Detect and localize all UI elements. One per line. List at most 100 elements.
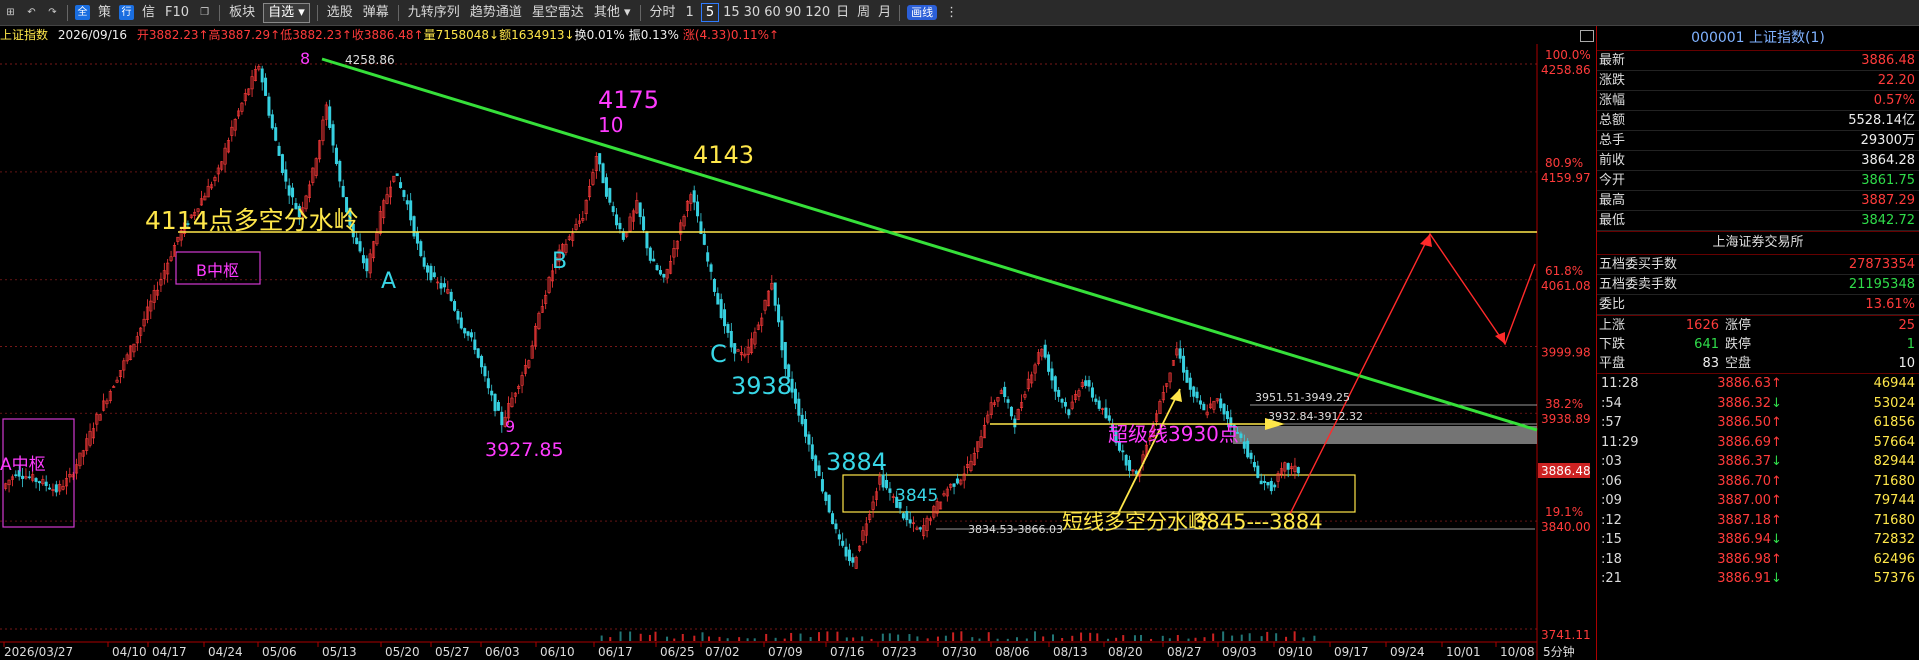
candle-body	[827, 494, 831, 513]
toolbar-item-stock-picker[interactable]: 选股	[322, 0, 358, 26]
period-month[interactable]: 月	[874, 0, 895, 26]
candle-body	[780, 320, 784, 351]
more-icon[interactable]: ⋮	[940, 0, 963, 26]
x-tick-label: 04/17	[152, 645, 187, 659]
tick-direction: ↑	[1771, 512, 1782, 528]
candle-body	[824, 492, 828, 501]
wave-label-8: 8	[300, 49, 310, 68]
volume-bar	[1260, 636, 1263, 641]
period-1[interactable]: 1	[681, 0, 699, 26]
period-120[interactable]: 120	[803, 0, 832, 26]
volume-bar	[987, 632, 990, 641]
x-tick-label: 06/10	[540, 645, 575, 659]
volume-bar	[1212, 633, 1215, 641]
candle-body	[439, 282, 443, 289]
quote-value: 3887.29	[1861, 193, 1915, 208]
candle-body	[604, 177, 608, 197]
period-intraday[interactable]: 分时	[645, 0, 681, 26]
toolbar-item-trend-channel[interactable]: 趋势通道	[465, 0, 527, 26]
volume-bar	[881, 633, 884, 641]
volume-bar	[783, 638, 786, 641]
candle-body	[655, 265, 659, 271]
toolbar-item-strategy[interactable]: 策	[93, 0, 116, 26]
price-levels	[0, 63, 1537, 630]
candle-body	[1225, 411, 1229, 420]
candle-body	[1266, 481, 1270, 486]
toolbar-item-other[interactable]: 其他 ▾	[589, 0, 636, 26]
all-icon[interactable]: 全	[75, 5, 90, 20]
tick-direction: ↑	[1771, 473, 1782, 489]
candle-body	[888, 488, 892, 493]
toolbar-item-f10[interactable]: F10	[160, 0, 194, 26]
toolbar-item-radar[interactable]: 星空雷达	[527, 0, 589, 26]
period-30[interactable]: 30	[742, 0, 763, 26]
candle-body	[952, 483, 956, 487]
candle-body	[395, 173, 399, 177]
candle-body	[1097, 400, 1101, 409]
candle-body	[598, 153, 602, 165]
tick-row: :54 3886.32 ↓ 53024	[1597, 394, 1919, 414]
draw-line-button[interactable]: 画线	[907, 5, 938, 20]
tick-price: 3886.32	[1717, 395, 1771, 411]
candle-body	[844, 546, 848, 557]
wedge-line-up	[1117, 388, 1181, 515]
breadth-count: 83	[1702, 356, 1719, 371]
projection-path	[1289, 232, 1536, 515]
wave-label-a: A	[381, 269, 396, 294]
candle-body	[804, 419, 808, 437]
period-90[interactable]: 90	[783, 0, 804, 26]
period-5[interactable]: 5	[700, 3, 720, 22]
toolbar-item-quote[interactable]: 行	[119, 5, 135, 20]
candle-body	[409, 200, 413, 221]
order-book-row: 五档委买手数 27873354	[1597, 255, 1919, 275]
period-day[interactable]: 日	[832, 0, 853, 26]
candle-body	[820, 479, 824, 492]
candle-body	[777, 304, 781, 323]
toolbar-item-danmaku[interactable]: 弹幕	[358, 0, 394, 26]
candle-body	[490, 390, 494, 396]
kline-chart[interactable]: 8 4258.86 4175 10 4143 4114点多空分水岭 B中枢 A …	[0, 44, 1590, 660]
window-icon[interactable]: ❐	[197, 5, 212, 20]
candle-body	[1263, 481, 1267, 483]
toolbar-item-board[interactable]: 板块	[224, 0, 260, 26]
x-axis: 2026/03/27 04/10 04/17 04/24 05/06 05/13 05/20…	[3, 642, 1535, 659]
candle-body	[1090, 387, 1094, 398]
resistance-band	[1233, 426, 1537, 444]
label-3938: 3938	[731, 372, 792, 400]
volume-bar	[1231, 635, 1234, 641]
forward-icon[interactable]: ↷	[45, 5, 60, 20]
tick-list[interactable]: 11:28 3886.63 ↑ 46944:54 3886.32 ↓ 53024:57 388…	[1597, 373, 1919, 589]
volume-bar	[1071, 635, 1074, 641]
candle-body	[456, 311, 460, 320]
tick-time: :06	[1601, 473, 1622, 489]
candle-body	[834, 523, 838, 530]
candle-body	[797, 398, 801, 416]
index-name: 上证指数	[0, 28, 49, 42]
volume-bar	[681, 633, 684, 641]
volume-bar	[1107, 638, 1110, 641]
tick-time: :03	[1601, 454, 1622, 469]
period-week[interactable]: 周	[853, 0, 874, 26]
quote-row: 最高 3887.29	[1597, 191, 1919, 211]
back-icon[interactable]: ↶	[24, 5, 39, 20]
toolbar-item-info[interactable]: 信	[137, 0, 160, 26]
period-60[interactable]: 60	[762, 0, 783, 26]
level-pct: 80.9%	[1545, 156, 1583, 170]
quote-value: 3842.72	[1861, 213, 1915, 228]
breadth-count-2: 10	[1898, 356, 1915, 371]
panel-toggle-icon[interactable]	[1580, 30, 1594, 42]
volume-bar	[888, 633, 891, 641]
volume-bar	[1313, 635, 1316, 641]
tick-volume: 46944	[1873, 376, 1915, 391]
grid-icon[interactable]: ⊞	[3, 5, 18, 20]
quote-label: 最低	[1599, 213, 1626, 228]
x-tick-label: 10/08	[1500, 645, 1535, 659]
watchlist-select[interactable]: 自选 ▾	[263, 2, 310, 23]
tick-direction: ↑	[1771, 551, 1782, 567]
candle-body	[264, 77, 268, 96]
candle-body	[54, 484, 58, 493]
tick-row: :15 3886.94 ↓ 72832	[1597, 530, 1919, 550]
period-15[interactable]: 15	[721, 0, 742, 26]
label-range-3932: 3932.84-3912.32	[1268, 410, 1363, 423]
toolbar-item-nine-turn[interactable]: 九转序列	[403, 0, 465, 26]
